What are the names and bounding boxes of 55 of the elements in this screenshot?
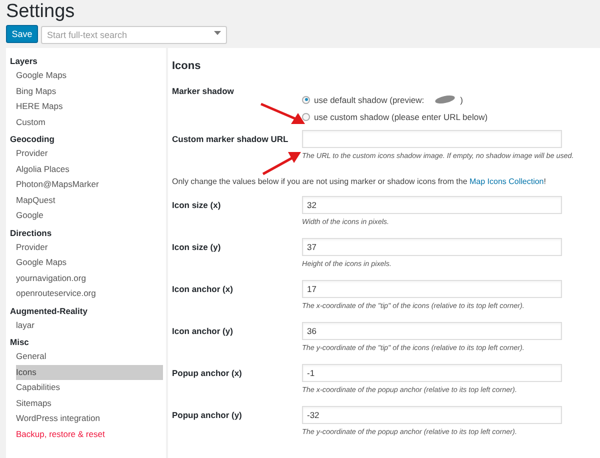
sidebar-heading: Layers xyxy=(9,55,38,68)
radio-button[interactable] xyxy=(302,112,310,120)
shadow-preview-icon xyxy=(434,95,456,104)
sidebar-item[interactable]: MapQuest xyxy=(16,192,163,208)
sidebar-item[interactable]: Google Maps xyxy=(16,255,163,270)
sidebar-heading: Directions xyxy=(9,226,53,240)
sidebar-item[interactable]: WordPress integration xyxy=(16,411,163,426)
sidebar-heading: Augmented-Reality xyxy=(9,304,88,318)
search-field[interactable]: Start full-text search xyxy=(41,26,227,44)
save-button[interactable]: Save xyxy=(6,24,38,42)
input-field[interactable]: 37 xyxy=(302,238,562,256)
url-input-field[interactable] xyxy=(302,130,562,148)
annotation-arrow xyxy=(262,150,302,176)
field-label: Icon size (y) xyxy=(172,242,221,252)
input-field[interactable]: 17 xyxy=(302,280,562,298)
sidebar-item[interactable]: General xyxy=(16,349,163,364)
radio-button[interactable] xyxy=(302,96,310,104)
page-title: Settings xyxy=(5,0,76,23)
sidebar-item[interactable]: Provider xyxy=(16,146,163,162)
map-icons-link[interactable]: Map Icons Collection xyxy=(470,177,544,186)
field-label: Icon size (x) xyxy=(172,200,221,210)
sidebar-item[interactable]: Capabilities xyxy=(16,380,163,396)
sidebar-item[interactable]: Algolia Places xyxy=(16,162,163,177)
info-text: Only change the values below if you are not using marker or shadow icons from the Map Icons Collection! xyxy=(172,177,546,186)
sidebar-item[interactable]: Bing Maps xyxy=(16,84,163,99)
sidebar-item[interactable]: Photon@MapsMarker xyxy=(16,177,163,192)
radio-label: use default shadow (preview: xyxy=(314,94,424,104)
sidebar-item[interactable]: Google xyxy=(16,208,163,224)
field-label: Icon anchor (x) xyxy=(172,284,233,294)
sidebar-item[interactable]: Custom xyxy=(16,114,163,130)
sidebar-item[interactable]: Sitemaps xyxy=(16,396,163,411)
input-field[interactable]: -1 xyxy=(302,364,562,382)
field-label: Marker shadow xyxy=(172,86,234,96)
sidebar-item[interactable]: HERE Maps xyxy=(16,99,163,114)
sidebar-item[interactable]: yournavigation.org xyxy=(16,270,163,286)
sidebar-item[interactable]: Icons xyxy=(16,364,163,380)
sidebar-heading: Geocoding xyxy=(9,133,56,146)
dropdown-caret-icon xyxy=(214,30,221,34)
field-label: Icon anchor (y) xyxy=(172,326,233,336)
input-field[interactable]: 36 xyxy=(302,322,562,340)
sidebar-item[interactable]: openrouteservice.org xyxy=(16,286,163,302)
input-field[interactable]: 32 xyxy=(302,196,562,214)
sidebar-item[interactable]: Provider xyxy=(16,240,163,255)
field-label: Popup anchor (y) xyxy=(172,410,242,420)
field-label: Custom marker shadow URL xyxy=(172,134,288,144)
field-label: Popup anchor (x) xyxy=(172,368,242,378)
section-title: Icons xyxy=(172,59,202,74)
input-field[interactable]: -32 xyxy=(302,406,562,424)
sidebar-item[interactable]: layar xyxy=(16,318,163,333)
radio-label: use custom shadow (please enter URL below) xyxy=(314,112,488,122)
sidebar-heading: Misc xyxy=(9,336,30,349)
sidebar-item[interactable]: Google Maps xyxy=(16,68,163,84)
annotation-arrow xyxy=(260,102,306,125)
radio-label: ) xyxy=(460,94,463,104)
sidebar-item[interactable]: Backup, restore & reset xyxy=(16,426,163,442)
